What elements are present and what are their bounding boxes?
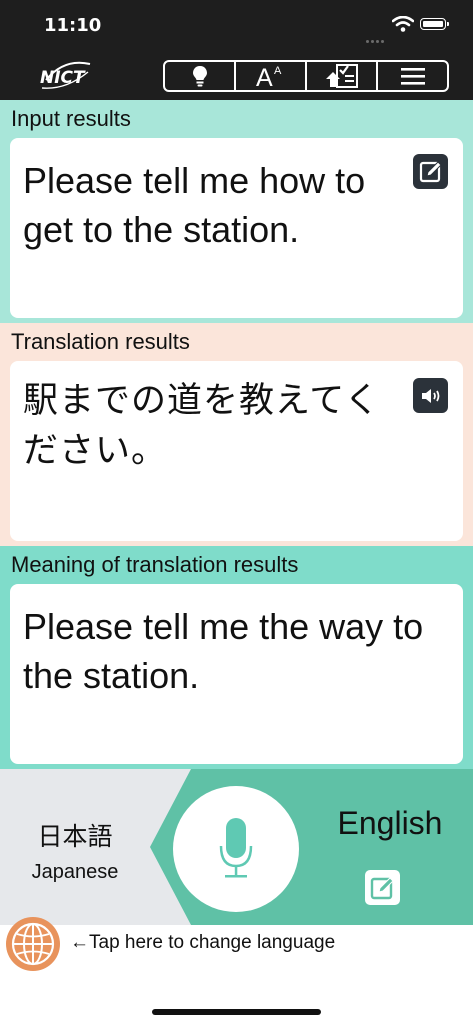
upload-checklist-button[interactable] bbox=[307, 62, 378, 90]
font-size-icon: A A bbox=[256, 64, 282, 89]
meaning-text: Please tell me the way to the station. bbox=[23, 606, 424, 696]
status-time: 11:10 bbox=[44, 15, 102, 36]
home-indicator[interactable] bbox=[152, 1009, 321, 1015]
microphone-icon bbox=[219, 818, 253, 878]
font-size-button[interactable]: A A bbox=[236, 62, 307, 90]
change-language-button[interactable] bbox=[6, 917, 60, 971]
source-language-native[interactable]: 日本語 bbox=[0, 817, 150, 853]
input-results-card: Please tell me how to get to the station… bbox=[10, 138, 463, 318]
hint-button[interactable] bbox=[165, 62, 236, 90]
input-results-section: Input results Please tell me how to get … bbox=[0, 100, 473, 323]
change-language-link[interactable]: ←Tap here to change language bbox=[70, 932, 335, 954]
source-language-english[interactable]: Japanese bbox=[0, 861, 150, 884]
input-results-label: Input results bbox=[11, 106, 131, 131]
edit-input-button[interactable] bbox=[413, 154, 448, 189]
wifi-icon bbox=[392, 16, 414, 32]
edit-icon bbox=[370, 876, 394, 899]
battery-icon bbox=[420, 18, 449, 30]
lightbulb-icon bbox=[192, 66, 207, 87]
svg-text:NICT: NICT bbox=[40, 68, 86, 88]
header-toolbar: A A bbox=[163, 60, 449, 92]
menu-icon bbox=[400, 68, 425, 85]
edit-target-language-button[interactable] bbox=[365, 870, 400, 905]
globe-icon bbox=[11, 922, 55, 966]
upload-checklist-icon bbox=[325, 64, 358, 88]
svg-text:A: A bbox=[256, 64, 273, 89]
edit-icon bbox=[419, 160, 442, 182]
input-text: Please tell me how to get to the station… bbox=[23, 160, 366, 250]
meaning-results-card: Please tell me the way to the station. bbox=[10, 584, 463, 764]
translation-results-section: Translation results 駅までの道を教えてください。 bbox=[0, 323, 473, 546]
play-audio-button[interactable] bbox=[413, 378, 448, 413]
meaning-results-label: Meaning of translation results bbox=[11, 552, 299, 577]
menu-button[interactable] bbox=[378, 62, 447, 90]
translation-results-card: 駅までの道を教えてください。 bbox=[10, 361, 463, 541]
svg-text:A: A bbox=[274, 65, 282, 77]
meaning-results-section: Meaning of translation results Please te… bbox=[0, 546, 473, 769]
translation-text: 駅までの道を教えてください。 bbox=[23, 381, 381, 471]
nict-logo: NICT bbox=[40, 61, 91, 89]
target-language[interactable]: English bbox=[310, 805, 470, 842]
speaker-icon bbox=[421, 388, 439, 403]
language-bar: 日本語 Japanese English bbox=[0, 769, 473, 925]
microphone-button[interactable] bbox=[173, 786, 299, 912]
translation-results-label: Translation results bbox=[11, 329, 190, 354]
signal-icon bbox=[366, 28, 388, 43]
